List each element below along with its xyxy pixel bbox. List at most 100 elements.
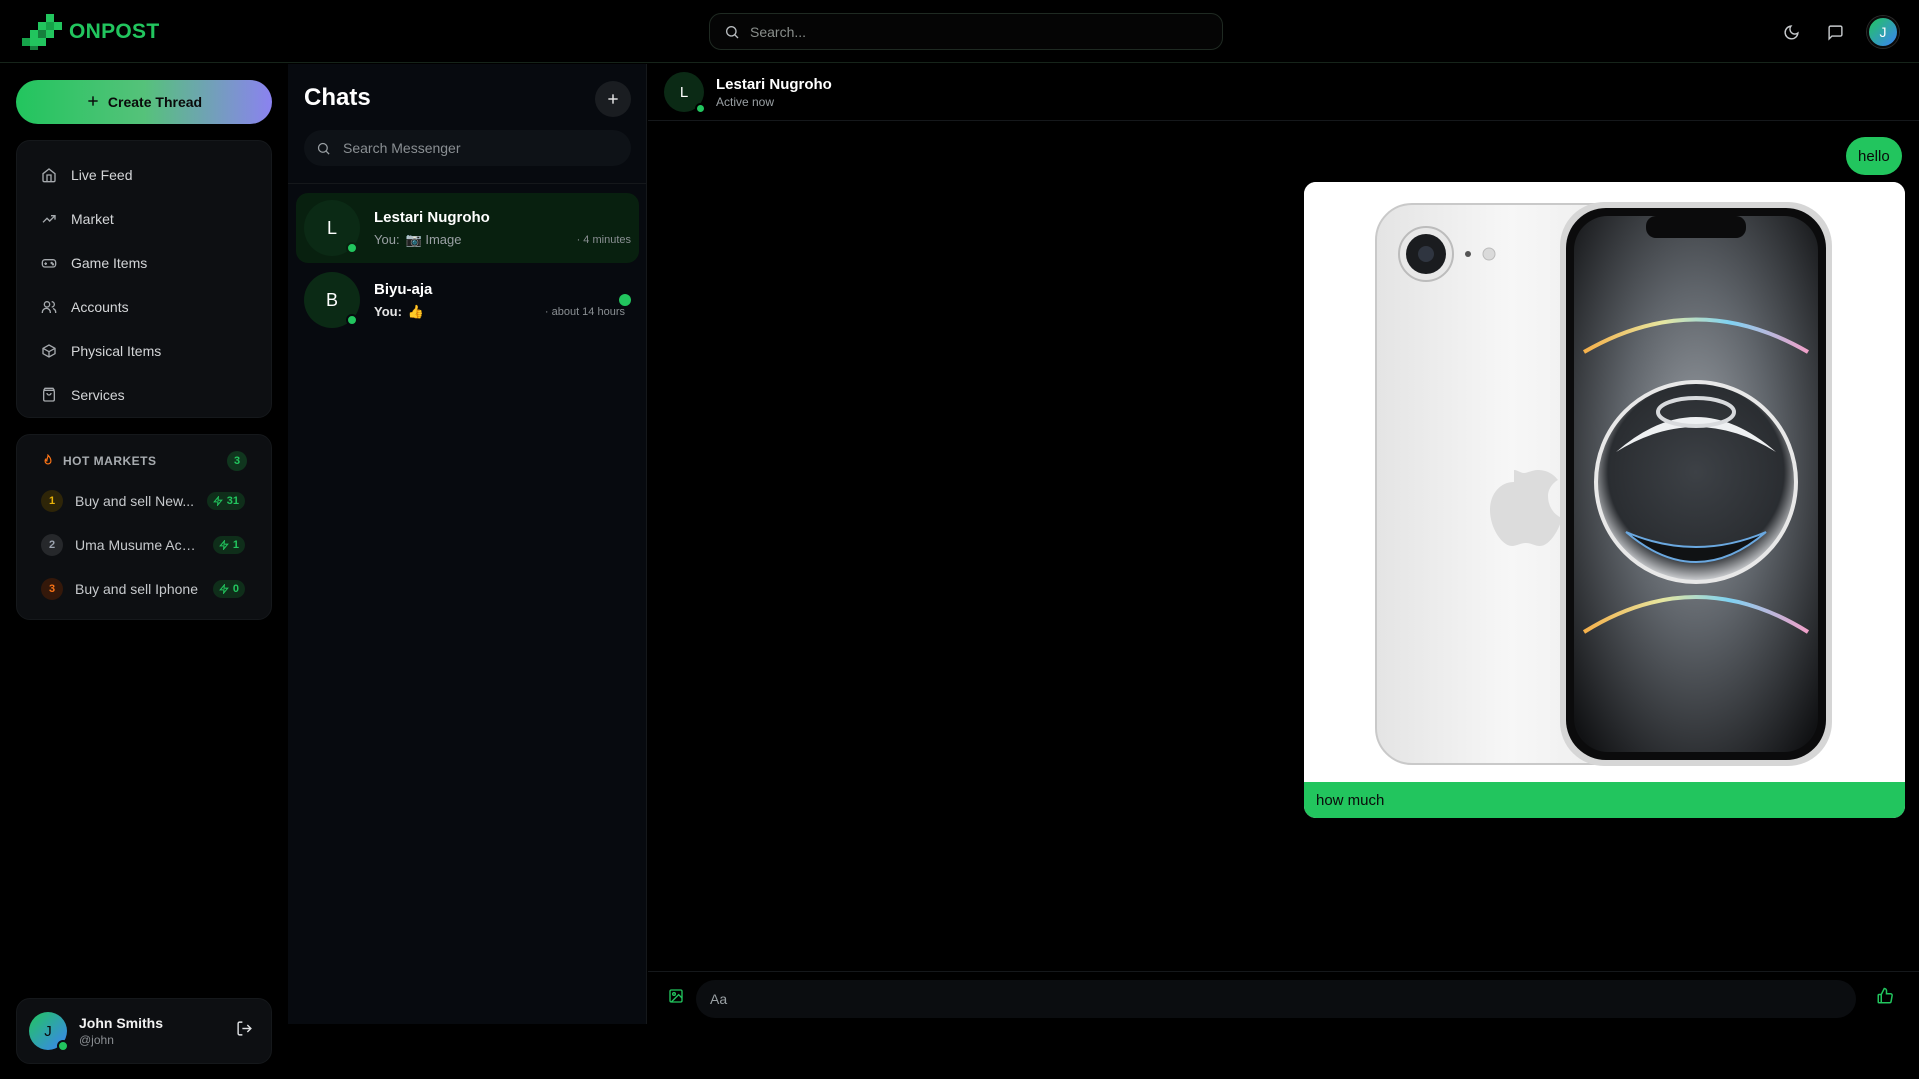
plus-icon [608, 94, 618, 104]
contact-initial: B [325, 289, 338, 310]
users-icon [41, 301, 57, 313]
message-bubble: hello [1846, 137, 1902, 175]
contact-avatar: L [304, 200, 360, 256]
trending-up-icon [42, 215, 56, 223]
online-status-dot [695, 103, 706, 114]
conversation-item[interactable]: B Biyu-aja You: 👍 · about 14 hours [296, 265, 639, 335]
like-button[interactable] [1876, 987, 1894, 1010]
logo-icon [22, 14, 62, 50]
shopping-bag-icon [43, 387, 55, 402]
nav-item-label: Physical Items [71, 343, 162, 359]
contact-avatar: B [304, 272, 360, 328]
flame-icon [44, 454, 52, 465]
log-out-icon [237, 1021, 252, 1036]
message-time: · about 14 hours [544, 305, 625, 318]
zap-icon [219, 540, 229, 550]
message-square-icon [1827, 24, 1843, 41]
hot-market-label: Buy and sell Iphone [75, 581, 198, 597]
hot-market-item[interactable]: 3 Buy and sell Iphone 0 [31, 567, 257, 611]
activity-count: 31 [226, 495, 239, 507]
current-user-card: J John Smiths @john [16, 998, 272, 1064]
user-handle: @john [79, 1033, 114, 1047]
hot-markets-count: 3 [227, 451, 247, 471]
activity-badge: 1 [212, 536, 245, 554]
image-message[interactable]: how much [1304, 182, 1905, 818]
nav-item-live-feed[interactable]: Live Feed [29, 153, 259, 197]
activity-count: 1 [232, 539, 239, 551]
global-search-input[interactable]: Search... [709, 13, 1223, 50]
activity-badge: 31 [206, 492, 245, 510]
nav-item-label: Live Feed [71, 167, 133, 183]
plus-icon [86, 94, 100, 111]
contact-avatar[interactable]: L [664, 72, 706, 114]
message-input[interactable]: Aa [696, 979, 1856, 1018]
hot-market-item[interactable]: 1 Buy and sell New... 31 [31, 479, 257, 523]
contact-name: Biyu-aja [374, 280, 433, 298]
thumbs-up-icon [1877, 987, 1893, 1004]
contact-name: Lestari Nugroho [374, 208, 490, 226]
online-status-dot [57, 1040, 69, 1052]
contact-initial: L [679, 83, 689, 101]
moon-icon [1784, 24, 1799, 39]
online-status-dot [346, 242, 358, 254]
hot-market-item[interactable]: 2 Uma Musume Acc... 1 [31, 523, 257, 567]
new-chat-button[interactable] [595, 81, 631, 117]
profile-avatar[interactable]: J [1867, 16, 1899, 48]
nav-item-label: Accounts [71, 299, 129, 315]
rank-badge: 1 [41, 490, 63, 512]
rank-badge: 3 [41, 578, 63, 600]
messenger-search-input[interactable]: Search Messenger [304, 130, 631, 166]
messenger-search-placeholder: Search Messenger [343, 140, 461, 156]
rank-badge: 2 [41, 534, 63, 556]
theme-toggle-button[interactable] [1779, 20, 1803, 44]
nav-item-label: Services [71, 387, 125, 403]
message-prefix: You: [374, 232, 400, 247]
activity-badge: 0 [212, 580, 245, 598]
nav-item-market[interactable]: Market [29, 197, 259, 241]
contact-status: Active now [716, 94, 775, 109]
nav-item-physical-items[interactable]: Physical Items [29, 329, 259, 373]
hot-market-label: Buy and sell New... [75, 493, 195, 509]
message-prefix: You: [374, 304, 402, 319]
image-icon [669, 989, 683, 1003]
create-thread-button[interactable]: Create Thread [16, 80, 272, 124]
top-bar: ONPOST Search... J [0, 0, 1919, 63]
search-placeholder: Search... [750, 23, 807, 40]
nav-item-label: Game Items [71, 255, 148, 271]
message-preview: 📷 Image [405, 231, 462, 247]
search-icon [317, 142, 330, 155]
hot-market-label: Uma Musume Acc... [75, 537, 199, 553]
user-avatar[interactable]: J [29, 1012, 69, 1052]
nav-item-accounts[interactable]: Accounts [29, 285, 259, 329]
zap-icon [219, 584, 229, 594]
app-name: ONPOST [69, 20, 160, 43]
hot-markets-title: HOT MARKETS [63, 454, 157, 468]
messages-button[interactable] [1823, 20, 1847, 44]
message-composer: Aa [648, 971, 1919, 1025]
image-caption: how much [1304, 782, 1905, 818]
online-status-dot [346, 314, 358, 326]
divider [288, 183, 647, 184]
attach-image-button[interactable] [668, 988, 684, 1009]
activity-count: 0 [232, 583, 239, 595]
nav-item-services[interactable]: Services [29, 373, 259, 417]
contact-name: Lestari Nugroho [716, 75, 832, 93]
home-icon [42, 168, 56, 183]
nav-item-game-items[interactable]: Game Items [29, 241, 259, 285]
message-time: · 4 minutes [576, 233, 631, 246]
chats-panel: Chats Search Messenger L Lestari Nugroho… [288, 64, 647, 1024]
conversation-header: L Lestari Nugroho Active now [648, 64, 1919, 121]
logo[interactable]: ONPOST [22, 14, 159, 50]
phone-product-image [1304, 182, 1905, 782]
box-icon [42, 344, 56, 358]
user-avatar-initial: J [44, 1022, 52, 1040]
gamepad-icon [41, 259, 57, 268]
logout-button[interactable] [236, 1020, 253, 1042]
create-thread-label: Create Thread [107, 94, 203, 110]
unread-dot [619, 294, 631, 306]
sidebar: Create Thread Live Feed Market Game Item… [0, 64, 287, 1079]
chats-title: Chats [304, 84, 371, 111]
contact-initial: L [326, 217, 337, 238]
nav-menu: Live Feed Market Game Items Accounts Phy… [16, 140, 272, 418]
conversation-item[interactable]: L Lestari Nugroho You: 📷 Image · 4 minut… [296, 193, 639, 263]
